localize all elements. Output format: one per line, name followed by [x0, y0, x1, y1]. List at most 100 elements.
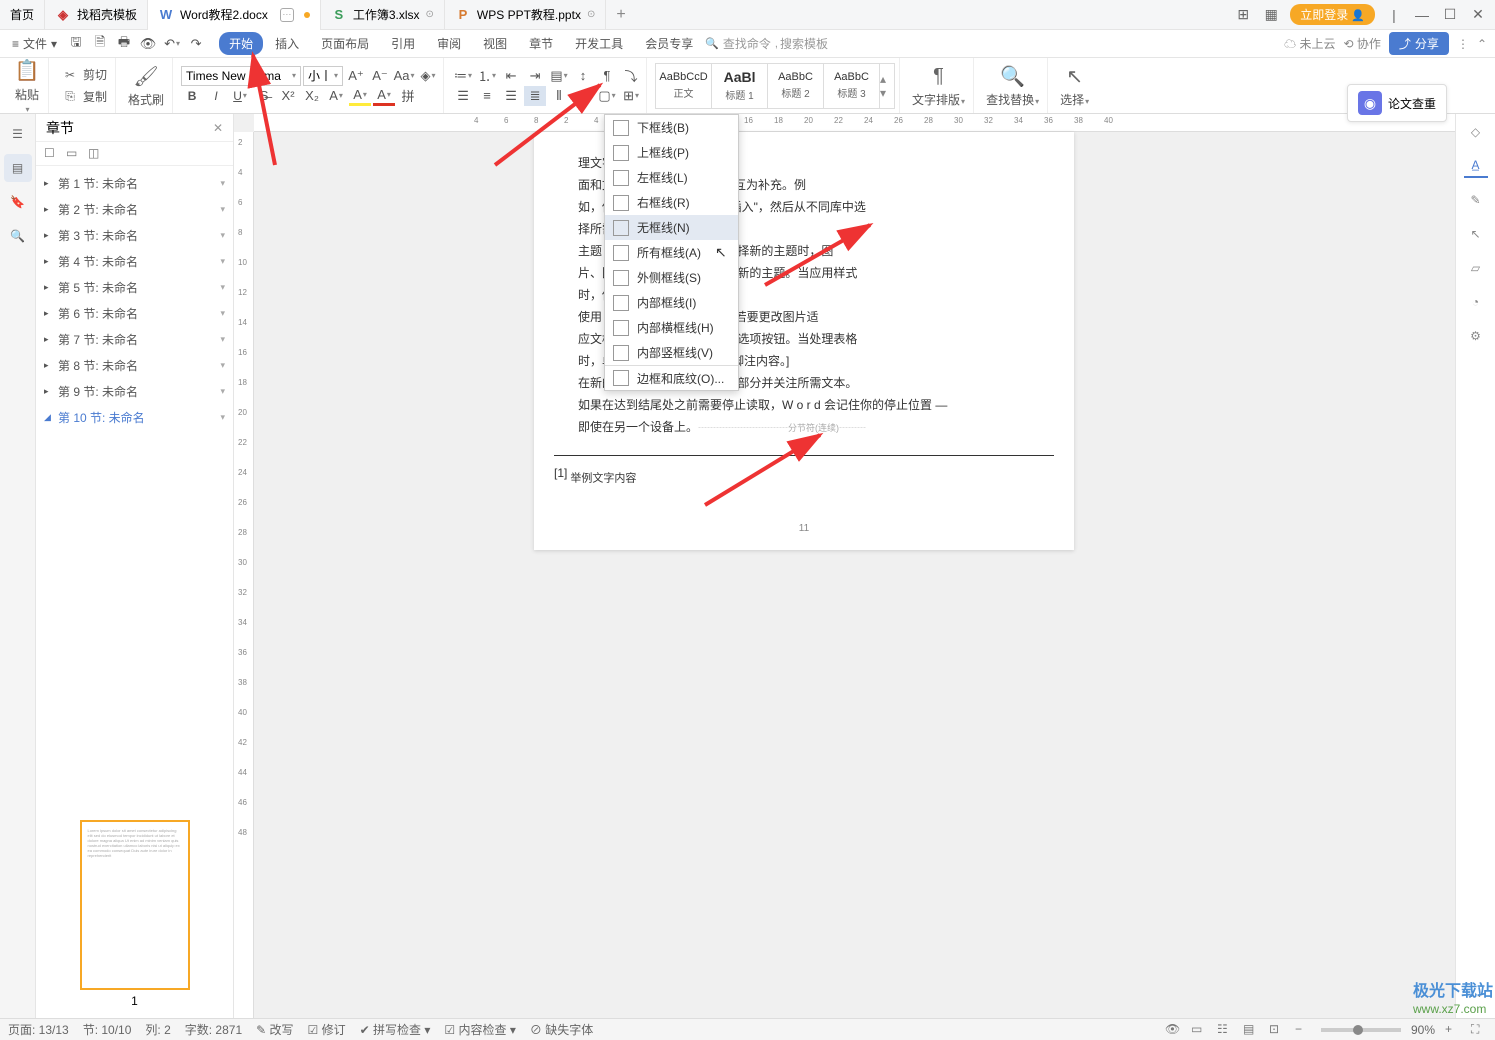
view-page-icon[interactable]: ▭ [1191, 1022, 1207, 1038]
status-revision[interactable]: ☑ 修订 [308, 1021, 346, 1038]
zoom-value[interactable]: 90% [1411, 1023, 1435, 1037]
login-button[interactable]: 立即登录 👤 [1290, 4, 1375, 25]
border-menu-dlg[interactable]: 边框和底纹(O)... [605, 365, 738, 390]
file-menu[interactable]: ≡ 文件 ▾ [6, 35, 63, 52]
style-panel-icon[interactable]: A̲ [1464, 154, 1488, 178]
font-select[interactable]: Times New Roma▾ [181, 66, 301, 86]
vertical-ruler[interactable]: 2468101214161820222426283032343638404244… [234, 132, 254, 1018]
preview-icon[interactable]: 👁 [137, 34, 159, 54]
border-menu-bottom[interactable]: 下框线(B) [605, 115, 738, 140]
new-tab-button[interactable]: + [606, 6, 635, 24]
align-justify-icon[interactable]: ≣ [524, 86, 546, 106]
nav-close-icon[interactable]: ✕ [213, 121, 223, 135]
bullet-list-icon[interactable]: ≔▾ [452, 66, 474, 86]
border-menu-inside[interactable]: 内部框线(I) [605, 290, 738, 315]
tab-word[interactable]: WWord教程2.docx⋯ [148, 0, 321, 30]
diamond-icon[interactable]: ◇ [1464, 120, 1488, 144]
bold-button[interactable]: B [181, 86, 203, 106]
border-menu-right[interactable]: 右框线(R) [605, 190, 738, 215]
view-web-icon[interactable]: ☷ [1217, 1022, 1233, 1038]
find-icon[interactable]: 🔍 [4, 222, 32, 250]
typeset-button[interactable]: ¶文字排版▾ [908, 61, 969, 110]
nav-opt-icon[interactable]: ◫ [88, 146, 104, 162]
select-button[interactable]: ↖选择▾ [1056, 61, 1093, 110]
maximize-button[interactable]: ☐ [1441, 6, 1459, 24]
bookmark-icon[interactable]: 🔖 [4, 188, 32, 216]
paste-button[interactable]: 📋粘贴▾ [10, 56, 44, 116]
zoom-in-icon[interactable]: + [1445, 1022, 1461, 1038]
status-font[interactable]: ⊘ 缺失字体 [530, 1021, 593, 1038]
search-command[interactable]: 🔍 查找命令, [705, 35, 778, 52]
border-menu-left[interactable]: 左框线(L) [605, 165, 738, 190]
format-painter-button[interactable]: 🖌格式刷 [124, 61, 168, 110]
clock-icon[interactable]: ◔ [1464, 290, 1488, 314]
nav-item[interactable]: ▸第 9 节: 未命名▾ [36, 378, 233, 404]
align-right-icon[interactable]: ☰ [500, 86, 522, 106]
nav-item[interactable]: ◢第 10 节: 未命名▾ [36, 404, 233, 430]
redo-button[interactable]: ↷ [185, 34, 207, 54]
tab-sheet[interactable]: S工作簿3.xlsx⊙ [321, 0, 445, 30]
section-icon[interactable]: ▤ [4, 154, 32, 182]
more-icon[interactable]: ⋮ [1457, 37, 1469, 51]
view-outline-icon[interactable]: ▤ [1243, 1022, 1259, 1038]
zoom-reset-icon[interactable]: ⊡ [1269, 1022, 1285, 1038]
text-dir-icon[interactable]: ⤵ [620, 66, 642, 86]
status-page[interactable]: 页面: 13/13 [8, 1021, 69, 1038]
style-normal[interactable]: AaBbCcD正文 [656, 64, 712, 108]
clear-format-icon[interactable]: ◈▾ [417, 66, 439, 86]
strike-button[interactable]: S̶ [253, 86, 275, 106]
comment-icon[interactable]: ⋯ [280, 8, 294, 22]
distribute-icon[interactable]: ⫴ [548, 86, 570, 106]
menu-chapter[interactable]: 章节 [519, 32, 563, 55]
close-icon[interactable]: ⊙ [587, 9, 595, 20]
cloud-status[interactable]: ☁ 未上云 [1284, 35, 1335, 52]
menu-member[interactable]: 会员专享 [635, 32, 703, 55]
apps-icon[interactable]: ▦ [1262, 6, 1280, 24]
status-rewrite[interactable]: ✎ 改写 [256, 1021, 293, 1038]
status-words[interactable]: 字数: 2871 [185, 1021, 242, 1038]
linespacing-icon[interactable]: ↕ [572, 66, 594, 86]
line-height-icon[interactable]: ⫷▾ [572, 86, 594, 106]
gear-icon[interactable]: ⚙ [1464, 324, 1488, 348]
find-button[interactable]: 🔍查找替换▾ [982, 61, 1043, 110]
cut-button[interactable]: ✂剪切 [57, 64, 111, 86]
grid-icon[interactable]: ⊞ [1234, 6, 1252, 24]
zoom-out-icon[interactable]: − [1295, 1022, 1311, 1038]
increase-font-icon[interactable]: A⁺ [345, 66, 367, 86]
pen-icon[interactable]: ✎ [1464, 188, 1488, 212]
status-column[interactable]: 列: 2 [145, 1021, 170, 1038]
select-panel-icon[interactable]: ↖ [1464, 222, 1488, 246]
border-menu-outside[interactable]: 外侧框线(S) [605, 265, 738, 290]
shape-icon[interactable]: ▱ [1464, 256, 1488, 280]
close-button[interactable]: ✕ [1469, 6, 1487, 24]
copy-button[interactable]: ⎘复制 [57, 86, 111, 108]
menu-insert[interactable]: 插入 [265, 32, 309, 55]
tab-template[interactable]: ◈找稻壳模板 [45, 0, 148, 30]
subscript-button[interactable]: X₂ [301, 86, 323, 106]
border-button[interactable]: ⊞▾ [620, 86, 642, 106]
change-case-icon[interactable]: Aa▾ [393, 66, 415, 86]
styles-down-icon[interactable]: ▾ [880, 86, 894, 100]
menu-layout[interactable]: 页面布局 [311, 32, 379, 55]
saveas-icon[interactable]: 🗎 [89, 34, 111, 54]
nav-item[interactable]: ▸第 3 节: 未命名▾ [36, 222, 233, 248]
menu-view[interactable]: 视图 [473, 32, 517, 55]
nav-item[interactable]: ▸第 4 节: 未命名▾ [36, 248, 233, 274]
para-icon[interactable]: ¶ [596, 66, 618, 86]
nav-item[interactable]: ▸第 1 节: 未命名▾ [36, 170, 233, 196]
nav-item[interactable]: ▸第 2 节: 未命名▾ [36, 196, 233, 222]
decrease-font-icon[interactable]: A⁻ [369, 66, 391, 86]
collab-button[interactable]: ⟲ 协作 [1344, 35, 1381, 52]
menu-review[interactable]: 审阅 [427, 32, 471, 55]
eye-icon[interactable]: 👁 [1165, 1022, 1181, 1038]
zoom-slider[interactable] [1321, 1028, 1401, 1032]
nav-del-icon[interactable]: ▭ [66, 146, 82, 162]
nav-add-icon[interactable]: ☐ [44, 146, 60, 162]
status-section[interactable]: 节: 10/10 [83, 1021, 132, 1038]
number-list-icon[interactable]: ⒈▾ [476, 66, 498, 86]
nav-item[interactable]: ▸第 7 节: 未命名▾ [36, 326, 233, 352]
print-icon[interactable]: 🖶 [113, 34, 135, 54]
minimize-button[interactable]: — [1413, 6, 1431, 24]
superscript-button[interactable]: X² [277, 86, 299, 106]
shading-icon[interactable]: ▢▾ [596, 86, 618, 106]
